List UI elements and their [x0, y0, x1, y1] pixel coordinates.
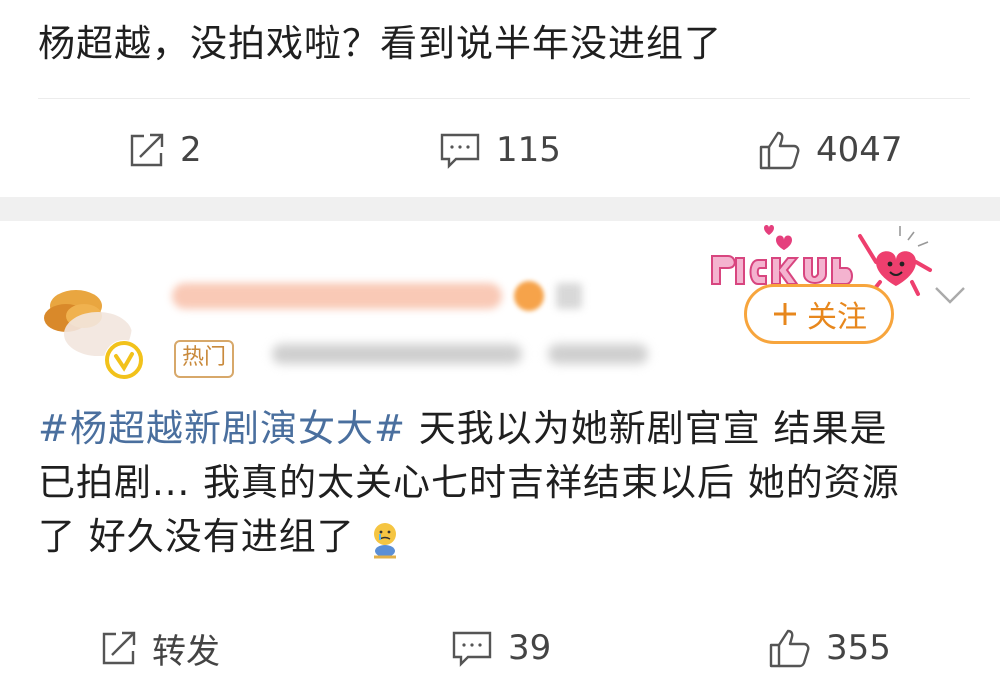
post-2-line-3-text: 了 好久没有进组了 [38, 515, 355, 558]
like-button[interactable]: 4047 [758, 120, 903, 180]
comment-button[interactable]: 115 [438, 120, 561, 180]
post-2-text: #杨超越新剧演女大# 天我以为她新剧官宣 结果是 已拍剧... 我真的太关心七时… [38, 402, 968, 564]
verified-icon [105, 341, 143, 379]
hot-badge: 热门 [174, 340, 235, 378]
repost-label: 转发 [152, 631, 220, 672]
follow-button[interactable]: 关注 [744, 284, 894, 344]
verified-badge [104, 340, 144, 380]
share-icon [102, 631, 136, 665]
post-source-redacted [548, 344, 648, 364]
username-redacted [172, 283, 502, 309]
member-icon [514, 281, 544, 311]
comment-count: 115 [496, 130, 561, 170]
divider [38, 98, 970, 99]
username-blurred[interactable] [172, 276, 582, 316]
like-count: 355 [826, 628, 891, 668]
thumbs-up-icon [769, 629, 810, 668]
follow-label: 关注 [807, 300, 867, 335]
post-1-action-bar: 2 115 4047 [0, 120, 1000, 180]
level-icon [556, 283, 582, 309]
post-2-line-3: 了 好久没有进组了 [38, 510, 968, 564]
post-2-line-2: 已拍剧... 我真的太关心七时吉祥结束以后 她的资源 [38, 461, 900, 504]
post-1-text: 杨超越，没拍戏啦？看到说半年没进组了 [38, 22, 722, 65]
thumbs-up-icon [759, 131, 800, 170]
chevron-down-icon[interactable] [930, 280, 970, 308]
comment-count: 39 [508, 628, 552, 668]
comment-button[interactable]: 39 [450, 618, 551, 678]
hashtag-link[interactable]: #杨超越新剧演女大# [38, 407, 406, 450]
plus-icon [774, 303, 796, 325]
like-button[interactable]: 355 [768, 618, 891, 678]
repost-button[interactable]: 2 [128, 120, 202, 180]
post-2-line-1-text: 天我以为她新剧官宣 结果是 [406, 407, 888, 450]
share-icon [130, 133, 164, 167]
repost-button[interactable]: 转发 [100, 618, 220, 678]
comment-icon [452, 631, 492, 667]
post-meta-redacted [272, 344, 522, 364]
feed-separator [0, 197, 1000, 221]
crying-emoji-icon [373, 522, 396, 558]
like-count: 4047 [816, 130, 903, 170]
post-2-action-bar: 转发 39 355 [0, 618, 1000, 678]
repost-count: 2 [180, 130, 202, 170]
comment-icon [440, 133, 480, 169]
post-2-line-1: #杨超越新剧演女大# 天我以为她新剧官宣 结果是 [38, 402, 968, 456]
